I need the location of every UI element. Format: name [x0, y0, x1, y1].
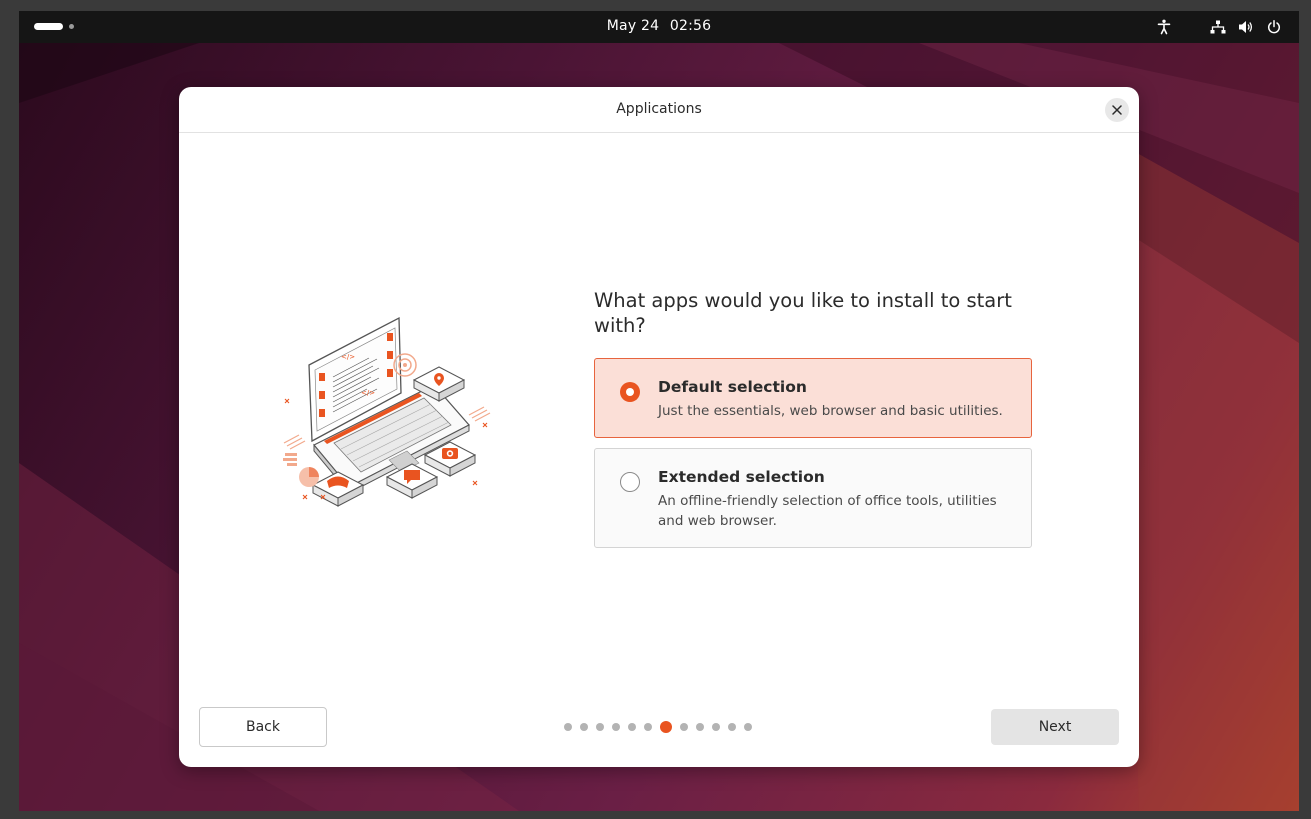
system-tray[interactable]	[1155, 18, 1283, 36]
dialog-title: Applications	[616, 101, 702, 117]
accessibility-icon[interactable]	[1155, 18, 1173, 36]
pager-dot-active	[660, 721, 672, 733]
pager-dot	[628, 723, 636, 731]
pager-dot	[580, 723, 588, 731]
pager-dot	[728, 723, 736, 731]
svg-text:</>: </>	[361, 389, 375, 397]
power-icon[interactable]	[1265, 18, 1283, 36]
option-description: Just the essentials, web browser and bas…	[658, 403, 1003, 419]
pager-dot	[696, 723, 704, 731]
pager-dot	[644, 723, 652, 731]
option-title: Default selection	[658, 378, 807, 396]
clock[interactable]: May 24 02:56	[19, 18, 1299, 34]
installer-dialog: Applications </> </> What apps would you…	[179, 87, 1139, 767]
pager-dot	[564, 723, 572, 731]
pager-dot	[744, 723, 752, 731]
step-pager	[564, 721, 752, 733]
extended-selection-option[interactable]: Extended selection An offline-friendly s…	[594, 448, 1032, 548]
close-button[interactable]	[1105, 98, 1129, 122]
svg-text:</>: </>	[341, 353, 355, 361]
pager-dot	[596, 723, 604, 731]
default-selection-radio[interactable]	[620, 382, 640, 402]
question-heading: What apps would you like to install to s…	[594, 289, 1012, 337]
screen: May 24 02:56 Applications </> </> What a…	[19, 11, 1299, 811]
back-button[interactable]: Back	[199, 707, 327, 747]
network-icon[interactable]	[1209, 18, 1227, 36]
option-description: An offline-friendly selection of office …	[658, 493, 997, 529]
option-title: Extended selection	[658, 468, 825, 486]
clock-time: 02:56	[669, 18, 712, 34]
radio-checked-indicator	[626, 388, 634, 396]
clock-date: May 24	[606, 18, 660, 34]
volume-icon[interactable]	[1237, 18, 1255, 36]
pager-dot	[712, 723, 720, 731]
pager-dot	[680, 723, 688, 731]
extended-selection-radio[interactable]	[620, 472, 640, 492]
default-selection-option[interactable]: Default selection Just the essentials, w…	[594, 358, 1032, 438]
top-bar: May 24 02:56	[19, 11, 1299, 43]
pager-dot	[612, 723, 620, 731]
close-icon	[1112, 105, 1122, 115]
applications-illustration: </> </>	[283, 316, 491, 507]
next-button[interactable]: Next	[991, 709, 1119, 745]
dialog-header: Applications	[179, 87, 1139, 133]
